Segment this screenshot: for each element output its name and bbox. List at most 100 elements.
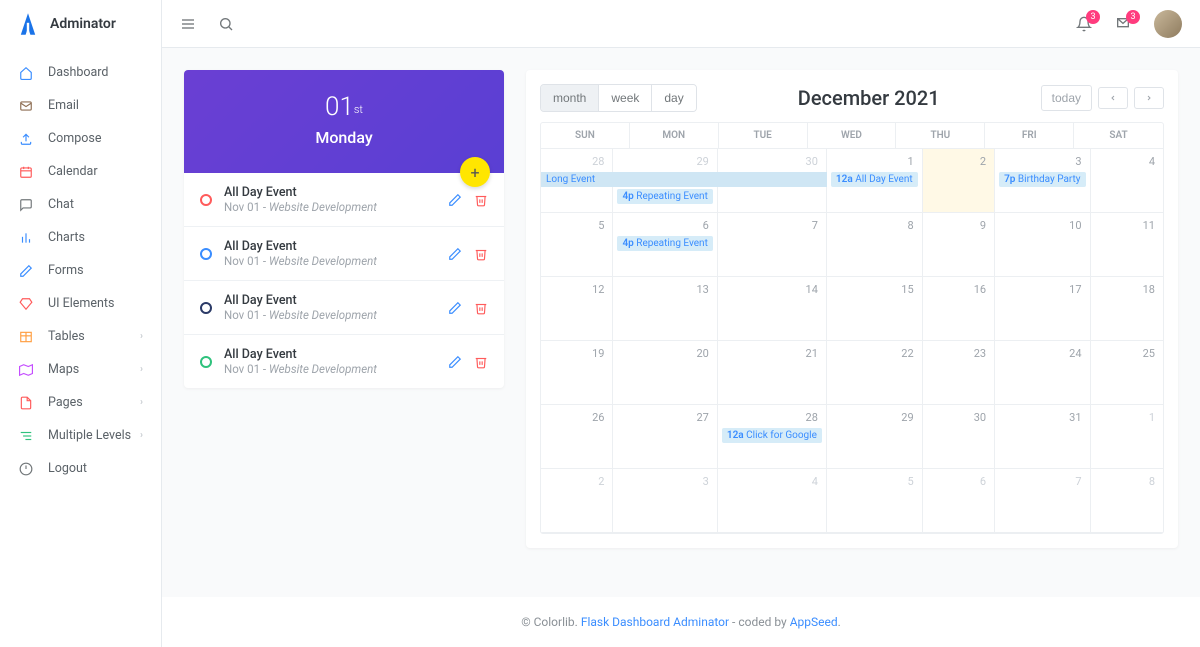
edit-event-button[interactable] — [448, 193, 462, 207]
edit-event-button[interactable] — [448, 301, 462, 315]
edit-event-button[interactable] — [448, 355, 462, 369]
view-month-button[interactable]: month — [541, 85, 599, 111]
calendar-event[interactable]: 12a All Day Event — [831, 172, 918, 187]
calendar-cell[interactable]: 30 — [718, 149, 827, 213]
calendar-event[interactable]: 7p Birthday Party — [999, 172, 1085, 187]
calendar-cell[interactable]: 21 — [718, 341, 827, 405]
sidebar-item-charts[interactable]: Charts — [0, 221, 161, 254]
map-icon — [18, 363, 34, 377]
mail-icon — [18, 99, 34, 113]
sidebar-item-compose[interactable]: Compose — [0, 122, 161, 155]
calendar-cell[interactable]: 30 — [923, 405, 995, 469]
sidebar-item-calendar[interactable]: Calendar — [0, 155, 161, 188]
today-button[interactable]: today — [1041, 85, 1092, 111]
calendar-cell[interactable]: 3 — [613, 469, 717, 533]
sidebar-item-maps[interactable]: Maps› — [0, 353, 161, 386]
cell-date: 6 — [927, 473, 990, 490]
delete-event-button[interactable] — [474, 247, 488, 261]
event-dot-icon — [200, 194, 212, 206]
calendar-cell[interactable]: 13 — [613, 277, 717, 341]
view-day-button[interactable]: day — [652, 85, 695, 111]
footer-link-appseed[interactable]: AppSeed — [790, 615, 838, 629]
delete-event-button[interactable] — [474, 193, 488, 207]
calendar-event[interactable]: Long Event — [541, 172, 612, 187]
calendar-cell[interactable]: 25 — [1091, 341, 1163, 405]
sidebar-item-label: Pages — [48, 395, 83, 410]
calendar-cell[interactable]: 4 — [1091, 149, 1163, 213]
calendar-cell[interactable]: 24 — [995, 341, 1090, 405]
sidebar-item-dashboard[interactable]: Dashboard — [0, 56, 161, 89]
calendar-cell[interactable]: 7 — [718, 213, 827, 277]
sidebar-item-multiple-levels[interactable]: Multiple Levels› — [0, 419, 161, 452]
logo[interactable]: Adminator — [0, 0, 161, 48]
calendar-cell[interactable]: 28Long Event — [541, 149, 613, 213]
cell-date: 19 — [545, 345, 608, 362]
delete-event-button[interactable] — [474, 355, 488, 369]
calendar-cell[interactable]: 11 — [1091, 213, 1163, 277]
calendar-cell[interactable]: 19 — [541, 341, 613, 405]
cell-date: 30 — [722, 153, 822, 170]
calendar-cell[interactable]: 6 — [923, 469, 995, 533]
cell-date: 16 — [927, 281, 990, 298]
sidebar-item-forms[interactable]: Forms — [0, 254, 161, 287]
sidebar-item-tables[interactable]: Tables› — [0, 320, 161, 353]
calendar-event[interactable]: 12a Click for Google — [722, 428, 822, 443]
calendar-cell[interactable]: 64p Repeating Event — [613, 213, 717, 277]
event-title: All Day Event — [224, 239, 448, 254]
calendar-cell[interactable]: 15 — [827, 277, 923, 341]
menu-toggle-icon[interactable] — [180, 16, 196, 32]
calendar-cell[interactable]: 14 — [718, 277, 827, 341]
calendar-cell[interactable]: 2 — [541, 469, 613, 533]
search-icon[interactable] — [218, 16, 234, 32]
calendar-event[interactable]: 4p Repeating Event — [617, 236, 712, 251]
calendar-cell[interactable]: 1 — [1091, 405, 1163, 469]
calendar-cell[interactable]: 22 — [827, 341, 923, 405]
calendar-cell[interactable]: 16 — [923, 277, 995, 341]
calendar-cell[interactable]: 8 — [1091, 469, 1163, 533]
calendar-event[interactable] — [717, 172, 827, 187]
calendar-cell[interactable]: 5 — [827, 469, 923, 533]
calendar-cell[interactable]: 31 — [995, 405, 1090, 469]
edit-event-button[interactable] — [448, 247, 462, 261]
calendar-cell[interactable]: 2812a Click for Google — [718, 405, 827, 469]
calendar-cell[interactable]: 12 — [541, 277, 613, 341]
sidebar-item-chat[interactable]: Chat — [0, 188, 161, 221]
calendar-cell[interactable]: 26 — [541, 405, 613, 469]
cell-date: 15 — [831, 281, 918, 298]
calendar-cell[interactable]: 9 — [923, 213, 995, 277]
calendar-cell[interactable]: 17 — [995, 277, 1090, 341]
calendar-cell[interactable]: 18 — [1091, 277, 1163, 341]
calendar-cell[interactable]: 29 — [827, 405, 923, 469]
calendar-cell[interactable]: 29 4p Repeating Event — [613, 149, 717, 213]
add-event-button[interactable]: + — [460, 157, 490, 187]
calendar-event[interactable] — [612, 172, 717, 187]
calendar-cell[interactable]: 37p Birthday Party — [995, 149, 1090, 213]
notifications-icon[interactable]: 3 — [1076, 16, 1092, 32]
calendar-cell[interactable]: 112a All Day Event — [827, 149, 923, 213]
view-week-button[interactable]: week — [599, 85, 652, 111]
footer-link-dashboard[interactable]: Flask Dashboard Adminator — [581, 615, 729, 629]
calendar-cell[interactable]: 5 — [541, 213, 613, 277]
messages-icon[interactable]: 3 — [1114, 16, 1132, 32]
sidebar-item-ui-elements[interactable]: UI Elements — [0, 287, 161, 320]
cell-date: 21 — [722, 345, 822, 362]
sidebar-item-logout[interactable]: Logout — [0, 452, 161, 485]
calendar-cell[interactable]: 7 — [995, 469, 1090, 533]
calendar-cell[interactable]: 20 — [613, 341, 717, 405]
delete-event-button[interactable] — [474, 301, 488, 315]
calendar-cell[interactable]: 8 — [827, 213, 923, 277]
prev-button[interactable] — [1098, 87, 1128, 109]
calendar-cell[interactable]: 4 — [718, 469, 827, 533]
calendar-cell[interactable]: 2 — [923, 149, 995, 213]
calendar-cell[interactable]: 10 — [995, 213, 1090, 277]
calendar-cell[interactable]: 27 — [613, 405, 717, 469]
sidebar-item-pages[interactable]: Pages› — [0, 386, 161, 419]
calendar-grid: SUNMONTUEWEDTHUFRISAT 28Long Event29 4p … — [540, 122, 1164, 534]
calendar-cell[interactable]: 23 — [923, 341, 995, 405]
calendar-event[interactable]: 4p Repeating Event — [617, 189, 712, 204]
sidebar-item-email[interactable]: Email — [0, 89, 161, 122]
cell-date: 5 — [545, 217, 608, 234]
day-header: SUN — [541, 123, 630, 149]
avatar[interactable] — [1154, 10, 1182, 38]
next-button[interactable] — [1134, 87, 1164, 109]
